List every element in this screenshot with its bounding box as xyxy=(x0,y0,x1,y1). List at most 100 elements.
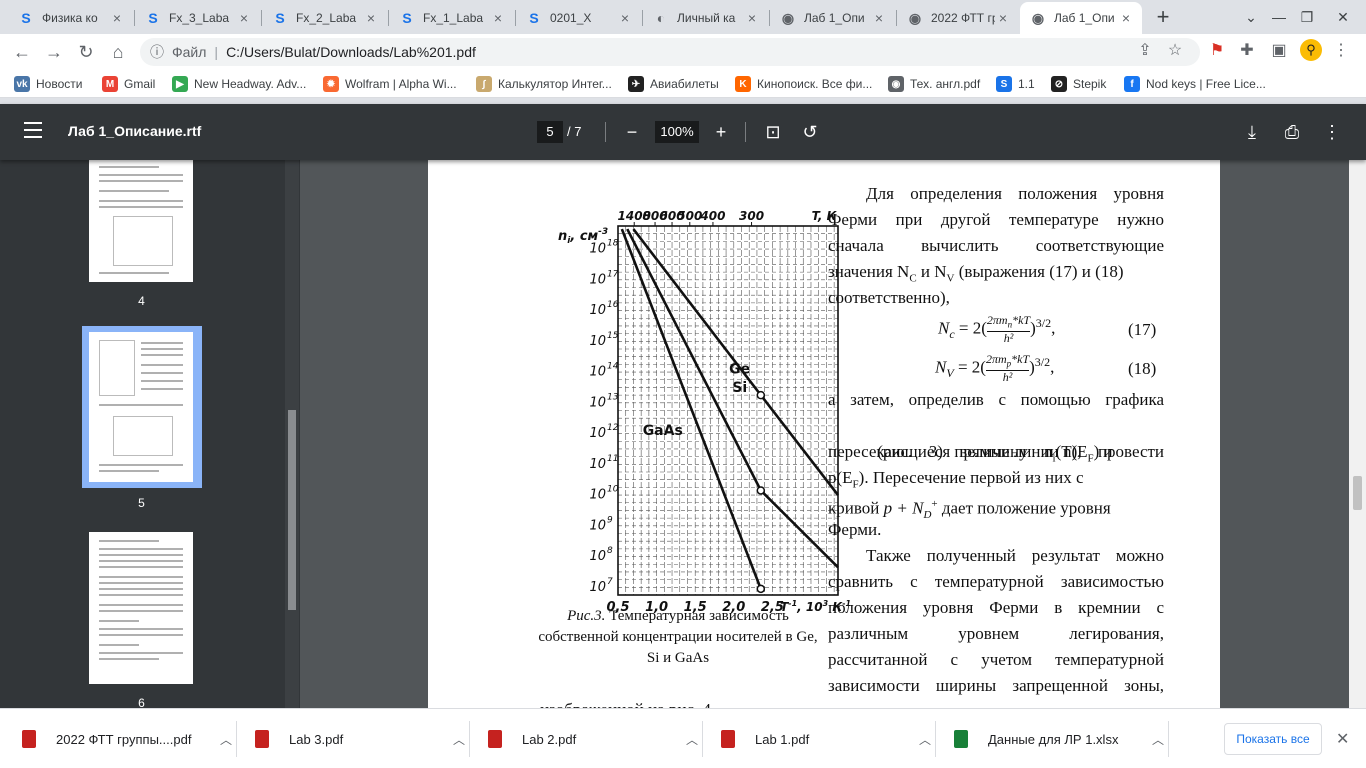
y-tick-label: 10 xyxy=(589,426,606,441)
browser-tab[interactable]: S Физика ко × xyxy=(8,2,133,34)
star-icon[interactable]: ☆ xyxy=(1166,40,1184,59)
y-tick-label: 10 xyxy=(589,303,606,318)
bookmark-item[interactable]: S 1.1 xyxy=(996,74,1035,94)
tab-title: Fx_2_Laba xyxy=(296,11,357,25)
chart-grid xyxy=(617,225,838,596)
y-tick-exponent: 13 xyxy=(607,392,619,402)
more-options-icon[interactable]: ⋮ xyxy=(1320,120,1344,144)
avatar[interactable]: ⚲ xyxy=(1300,39,1322,61)
download-icon[interactable]: ⤓ xyxy=(1240,120,1264,144)
bookmark-item[interactable]: ✈ Авиабилеты xyxy=(628,74,719,94)
fit-page-icon[interactable]: ⊡ xyxy=(761,120,785,144)
y-tick-label: 10 xyxy=(589,457,606,472)
browser-tab[interactable]: S Fx_3_Laba × xyxy=(135,2,260,34)
paragraph-line: положения уровня Ферми в кремнии с xyxy=(828,598,1164,617)
share-icon[interactable]: ⇪ xyxy=(1136,40,1154,59)
close-icon[interactable]: ✕ xyxy=(1336,729,1349,749)
bookmark-item[interactable]: vk Новости xyxy=(14,74,82,94)
paragraph-line: соответственно), xyxy=(828,288,950,307)
page-thumbnail[interactable] xyxy=(89,160,193,282)
y-tick-label: 10 xyxy=(589,272,606,287)
bookmark-item[interactable]: ▶ New Headway. Adv... xyxy=(172,74,306,94)
browser-tab[interactable]: ◉ Лаб 1_Опи × xyxy=(770,2,895,34)
close-icon[interactable]: × xyxy=(617,10,633,26)
close-icon[interactable]: × xyxy=(363,10,379,26)
extensions-icon[interactable]: ✚ xyxy=(1238,40,1256,59)
zoom-out-button[interactable]: − xyxy=(620,120,644,144)
formula-number-18: (18) xyxy=(1128,359,1157,378)
close-icon[interactable]: × xyxy=(236,10,252,26)
page-scrollbar[interactable] xyxy=(1349,160,1366,708)
bookmark-item[interactable]: M Gmail xyxy=(102,74,155,94)
download-item[interactable]: 2022 ФТТ группы....pdf ︿ xyxy=(22,725,232,753)
side-panel-icon[interactable]: ▣ xyxy=(1270,40,1288,59)
info-icon[interactable]: ⓘ xyxy=(150,42,164,62)
home-button[interactable]: ⌂ xyxy=(104,38,132,66)
chevron-up-icon[interactable]: ︿ xyxy=(220,731,232,748)
bookmark-item[interactable]: ∫ Калькулятор Интег... xyxy=(476,74,612,94)
browser-tab[interactable]: ◐ Личный ка × xyxy=(643,2,768,34)
bookmark-item[interactable]: ⊘ Stepik xyxy=(1051,74,1106,94)
page-thumbnail-selected[interactable] xyxy=(89,332,193,482)
new-tab-button[interactable]: + xyxy=(1151,6,1175,30)
y-tick-label: 10 xyxy=(589,549,606,564)
bookmark-item[interactable]: ◉ Тех. англ.pdf xyxy=(888,74,980,94)
rotate-icon[interactable]: ↺ xyxy=(798,120,822,144)
page-number-input[interactable]: 5 xyxy=(537,121,563,143)
zoom-in-button[interactable]: + xyxy=(709,120,733,144)
series-label: GaAs xyxy=(643,423,683,439)
browser-tab[interactable]: ◉ 2022 ФТТ гр × xyxy=(897,2,1019,34)
chevron-up-icon[interactable]: ︿ xyxy=(1152,731,1164,748)
paragraph-line: сначала вычислить соответствующие xyxy=(828,236,1164,255)
show-all-downloads-button[interactable]: Показать все xyxy=(1224,723,1322,755)
bookmark-item[interactable]: ✹ Wolfram | Alpha Wi... xyxy=(323,74,457,94)
sidebar-scrollbar[interactable] xyxy=(285,160,299,708)
close-icon[interactable]: × xyxy=(995,10,1011,26)
close-icon[interactable]: × xyxy=(490,10,506,26)
chevron-up-icon[interactable]: ︿ xyxy=(919,731,931,748)
tab-title: Fx_1_Laba xyxy=(423,11,484,25)
close-icon[interactable]: × xyxy=(109,10,125,26)
download-item[interactable]: Lab 2.pdf ︿ xyxy=(488,725,698,753)
pdf-file-icon xyxy=(721,730,735,748)
bookmark-item[interactable]: K Кинопоиск. Все фи... xyxy=(735,74,872,94)
y-tick-exponent: 11 xyxy=(607,454,618,464)
browser-tab[interactable]: S Fx_1_Laba × xyxy=(389,2,514,34)
download-item[interactable]: Lab 1.pdf ︿ xyxy=(721,725,931,753)
reload-button[interactable]: ↻ xyxy=(72,38,100,66)
series-marker xyxy=(756,584,766,594)
y-tick-label: 10 xyxy=(589,580,606,595)
chevron-up-icon[interactable]: ︿ xyxy=(453,731,465,748)
browser-tab[interactable]: S Fx_2_Laba × xyxy=(262,2,387,34)
skillbox-icon: S xyxy=(21,10,31,26)
paragraph-line: Для определения положения уровня xyxy=(866,184,1164,203)
close-icon[interactable]: × xyxy=(871,10,887,26)
forward-button[interactable]: → xyxy=(40,38,68,66)
window-close-button[interactable]: ✕ xyxy=(1320,0,1366,34)
paragraph-line: Ферми. xyxy=(828,520,882,539)
bookmarks-bar: vk Новости M Gmail ▶ New Headway. Adv... ✹ W… xyxy=(0,70,1366,98)
bookmark-item[interactable]: f Nod keys | Free Lice... xyxy=(1124,74,1266,94)
download-item[interactable]: Lab 3.pdf ︿ xyxy=(255,725,465,753)
browser-tab-active[interactable]: ◉ Лаб 1_Опи × xyxy=(1020,2,1142,34)
series-line-gaas xyxy=(620,228,763,590)
page-thumbnail[interactable] xyxy=(89,532,193,684)
thumbnail-label: 6 xyxy=(138,696,145,708)
download-item[interactable]: Данные для ЛР 1.xlsx ︿ xyxy=(954,725,1164,753)
top-tick-label: 400 xyxy=(699,209,725,223)
stepik-icon: ⊘ xyxy=(1051,76,1067,92)
flag-icon[interactable]: ⚑ xyxy=(1208,40,1226,59)
menu-dots-icon[interactable]: ⋮ xyxy=(1332,40,1350,59)
chevron-up-icon[interactable]: ︿ xyxy=(686,731,698,748)
address-bar[interactable]: ⓘ Файл | C:/Users/Bulat/Downloads/Lab%20… xyxy=(140,38,1200,66)
paragraph-line: изображенной на рис. 4. xyxy=(540,697,876,708)
back-button[interactable]: ← xyxy=(8,38,36,66)
browser-tab[interactable]: S 0201_X × xyxy=(516,2,641,34)
close-icon[interactable]: × xyxy=(1118,10,1134,26)
zoom-input[interactable]: 100% xyxy=(655,121,699,143)
menu-icon[interactable] xyxy=(24,122,42,142)
close-icon[interactable]: × xyxy=(744,10,760,26)
gmail-icon: M xyxy=(102,76,118,92)
print-icon[interactable]: ⎙ xyxy=(1280,120,1304,144)
xlsx-file-icon xyxy=(954,730,968,748)
